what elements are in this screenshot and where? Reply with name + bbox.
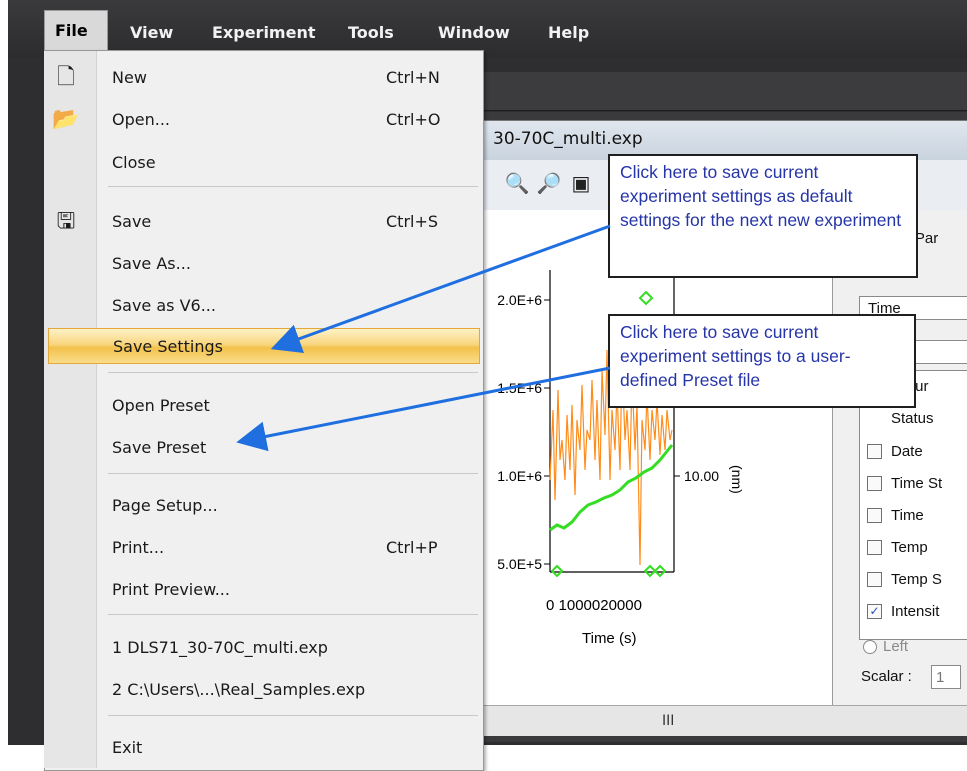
arrow-to-save-preset: [236, 366, 611, 452]
arrow-to-save-settings: [270, 224, 611, 353]
annotation-arrows: [236, 224, 611, 452]
